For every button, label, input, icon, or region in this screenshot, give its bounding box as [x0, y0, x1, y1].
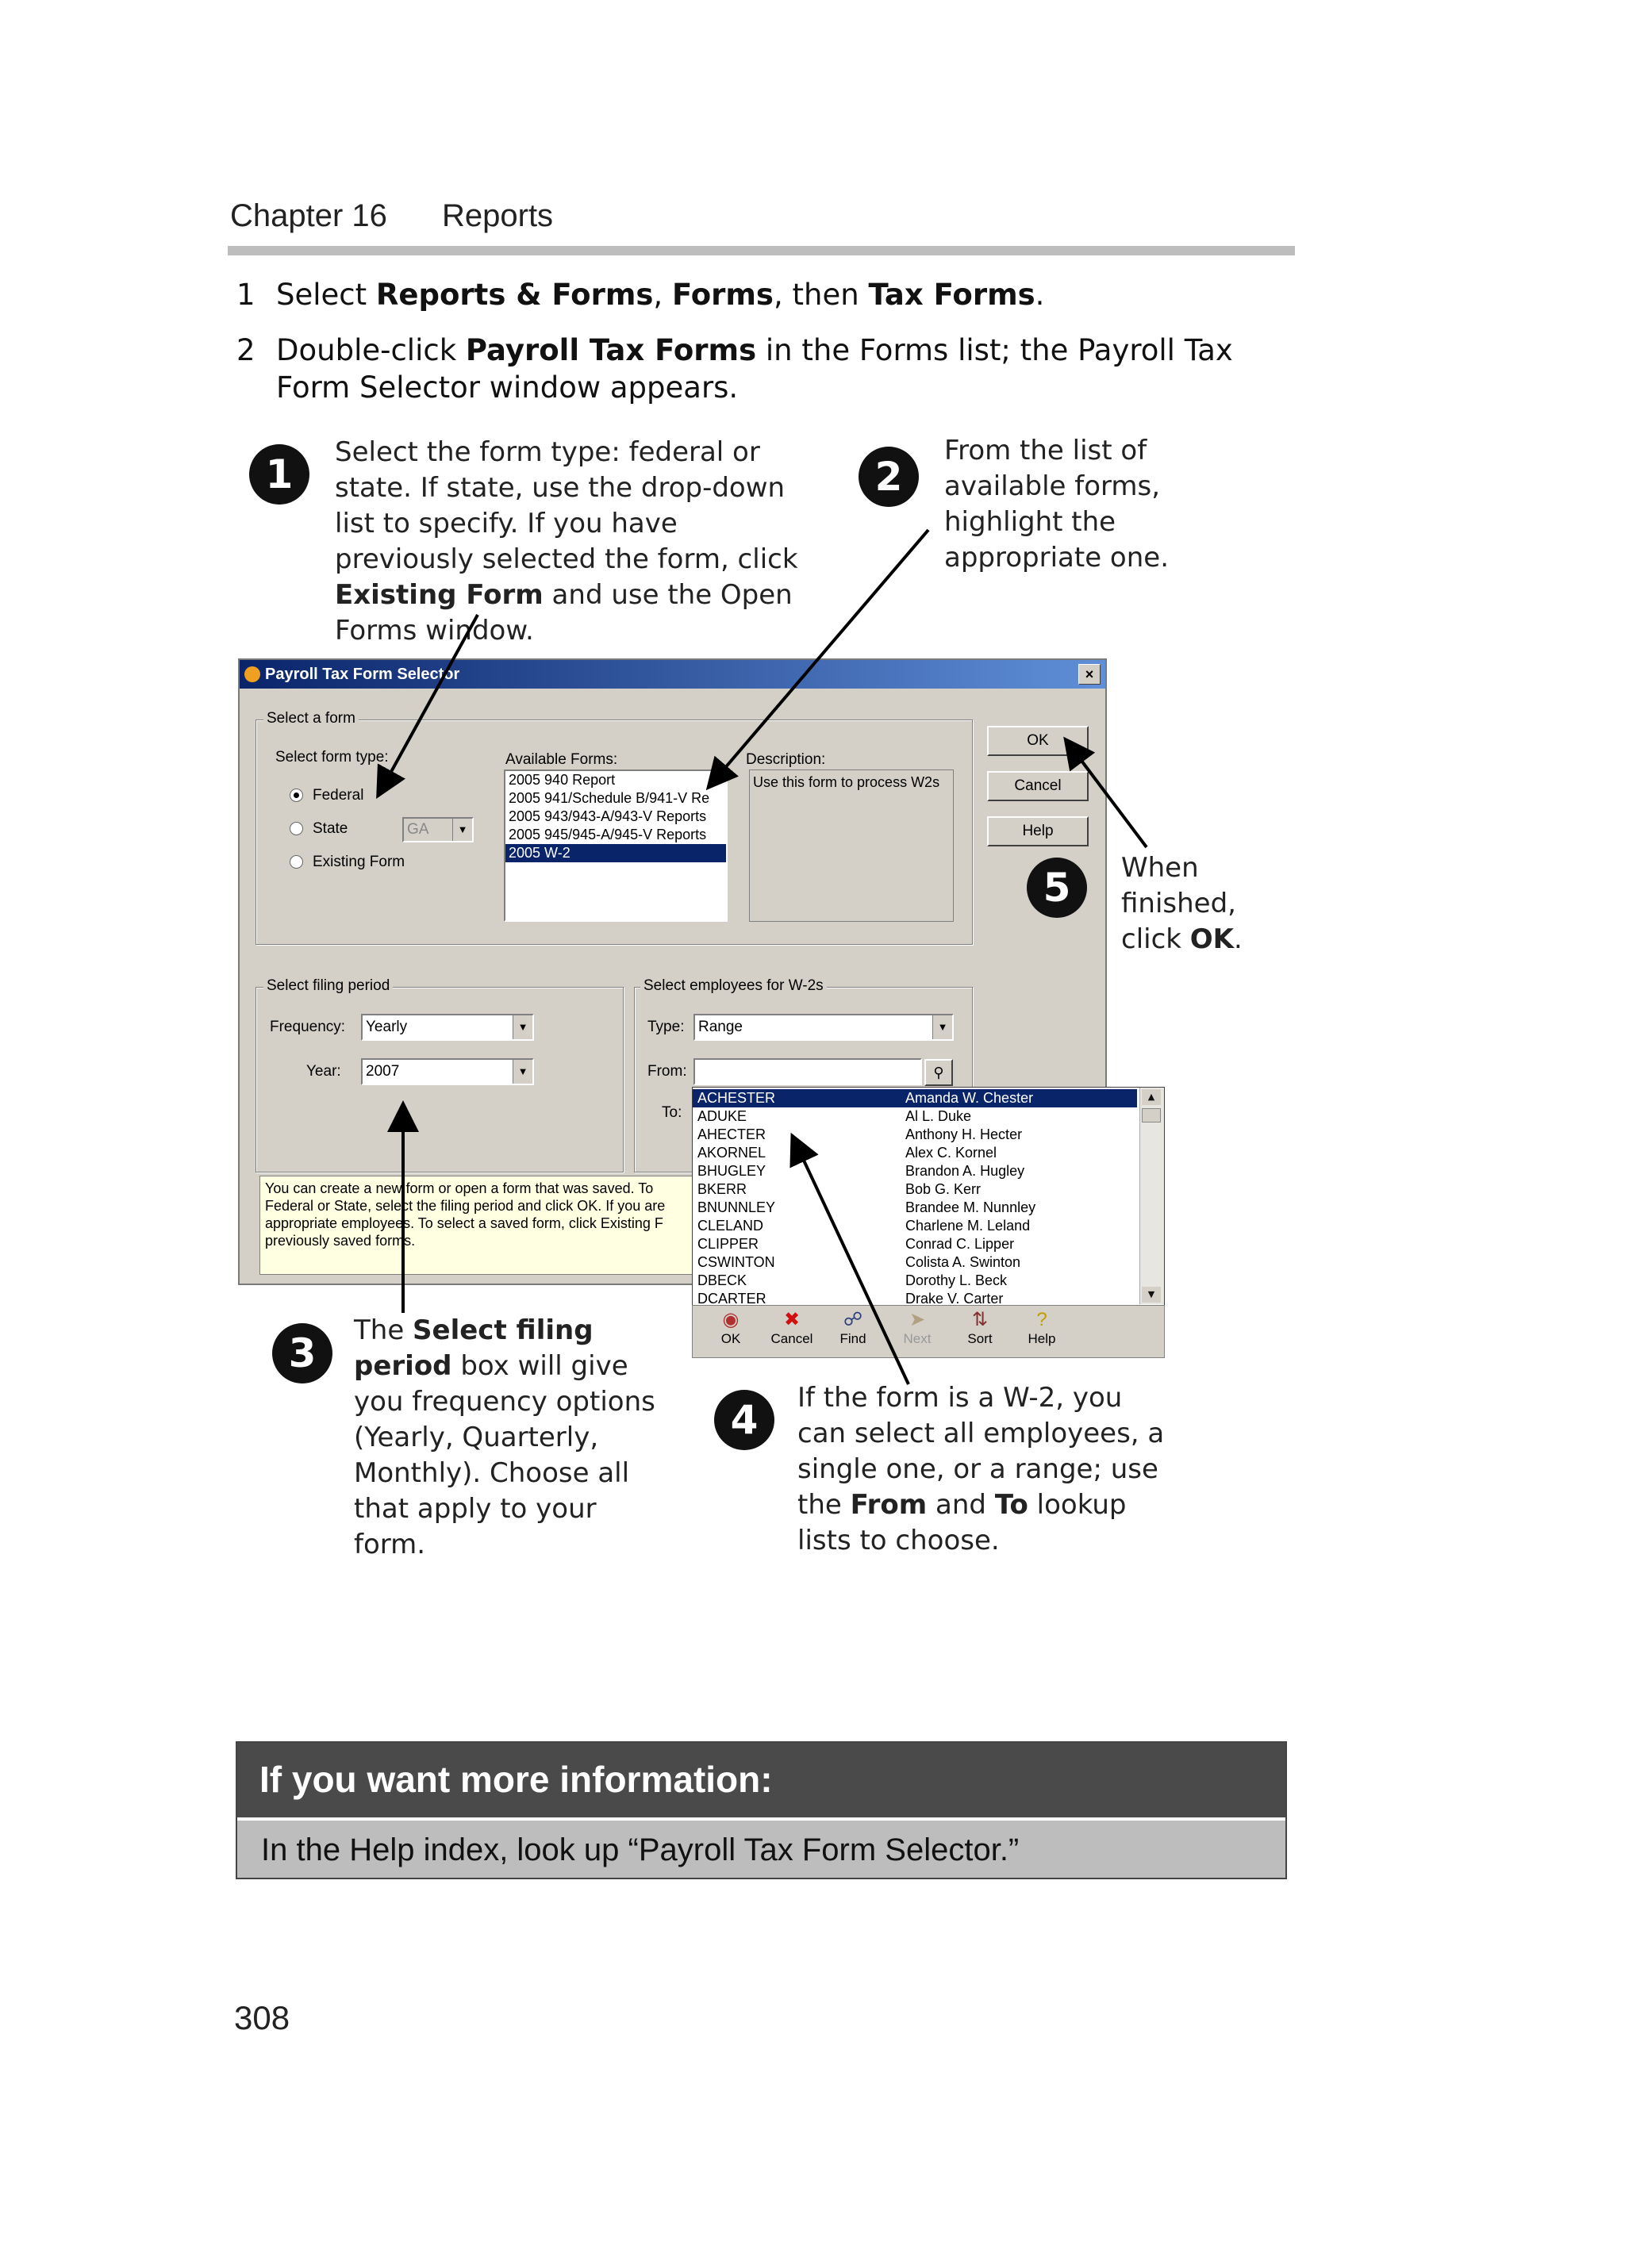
arrow-5 — [1063, 736, 1148, 849]
page-number: 308 — [234, 1999, 290, 2036]
arrow-1 — [376, 614, 479, 800]
callout-arrows — [376, 528, 1148, 1385]
more-info-box — [236, 1741, 1287, 1879]
arrow-2 — [705, 528, 930, 791]
arrow-4 — [789, 1132, 910, 1385]
